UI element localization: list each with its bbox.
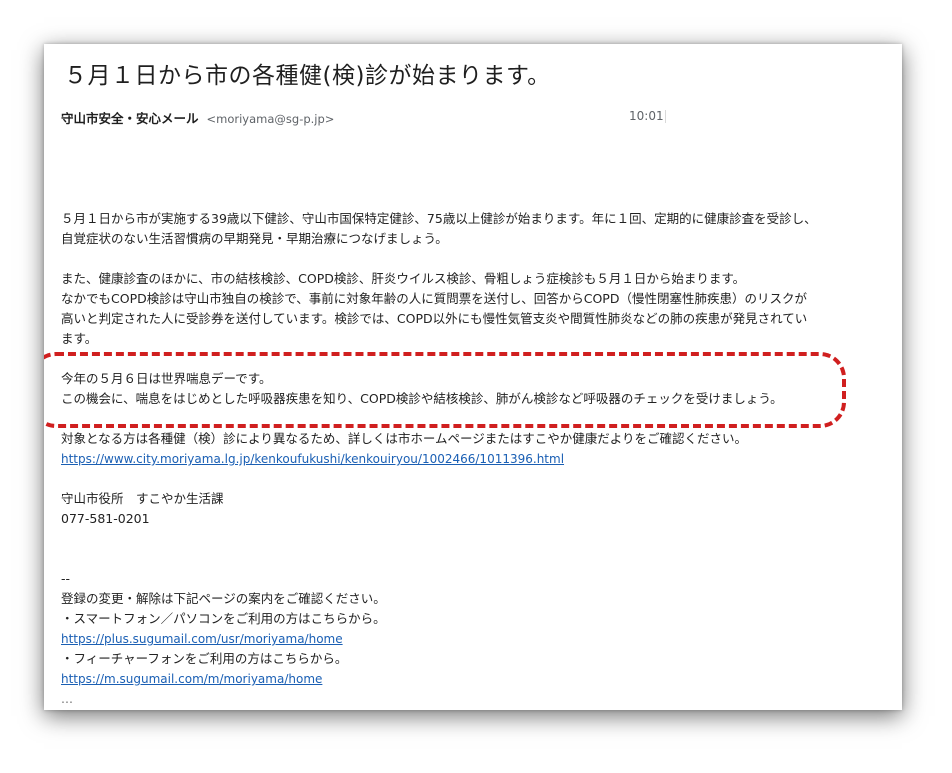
body-text: ５月１日から市が実施する39歳以下健診、守山市国保特定健診、75歳以上健診が始ま… — [61, 211, 817, 226]
intro-paragraph: ５月１日から市が実施する39歳以下健診、守山市国保特定健診、75歳以上健診が始ま… — [61, 209, 891, 249]
footer-block: -- 登録の変更・解除は下記ページの案内をご確認ください。 ・スマートフォン／パ… — [61, 569, 891, 709]
smartphone-link[interactable]: https://plus.sugumail.com/usr/moriyama/h… — [61, 632, 343, 646]
red-dashed-highlight — [44, 352, 846, 428]
email-view: ５月１日から市の各種健(検)診が始まります。 守山市安全・安心メール <mori… — [44, 44, 902, 710]
screenshot-stage: ５月１日から市の各種健(検)診が始まります。 守山市安全・安心メール <mori… — [0, 0, 952, 773]
header-divider — [665, 110, 666, 123]
body-text: なかでもCOPD検診は守山市独自の検診で、事前に対象年齢の人に質問票を送付し、回… — [61, 291, 807, 306]
footer-text: ・フィーチャーフォンをご利用の方はこちらから。 — [61, 651, 348, 666]
email-subject: ５月１日から市の各種健(検)診が始まります。 — [64, 63, 551, 89]
body-text: また、健康診査のほかに、市の結核検診、COPD検診、肝炎ウイルス検診、骨粗しょう… — [61, 271, 746, 286]
highlighted-notice: 今年の５月６日は世界喘息デーです。 この機会に、喘息をはじめとした呼吸器疾患を知… — [44, 352, 891, 428]
separator: -- — [61, 571, 71, 586]
highlight-text: 今年の５月６日は世界喘息デーです。 — [61, 371, 272, 386]
email-body: ５月１日から市が実施する39歳以下健診、守山市国保特定健診、75歳以上健診が始ま… — [44, 209, 891, 709]
footer-text: ・スマートフォン／パソコンをご利用の方はこちらから。 — [61, 611, 386, 626]
highlight-text: この機会に、喘息をはじめとした呼吸器疾患を知り、COPD検診や結核検診、肺がん検… — [61, 391, 783, 406]
sender-name[interactable]: 守山市安全・安心メール — [61, 111, 199, 126]
body-text: 自覚症状のない生活習慣病の早期発見・早期治療につなげましょう。 — [61, 231, 448, 246]
sender-line: 守山市安全・安心メール <moriyama@sg-p.jp> — [61, 108, 334, 127]
footer-text: 登録の変更・解除は下記ページの案内をご確認ください。 — [61, 591, 386, 606]
office-name: 守山市役所 すこやか生活課 — [61, 491, 224, 506]
featurephone-link[interactable]: https://m.sugumail.com/m/moriyama/home — [61, 672, 322, 686]
office-phone: 077-581-0201 — [61, 511, 150, 526]
email-time: 10:01 — [629, 109, 664, 123]
body-text: ます。 — [61, 331, 98, 346]
contact-block: 守山市役所 すこやか生活課 077-581-0201 — [61, 489, 891, 529]
trimmed-content-indicator[interactable]: ... — [61, 691, 73, 706]
copd-paragraph: また、健康診査のほかに、市の結核検診、COPD検診、肝炎ウイルス検診、骨粗しょう… — [61, 269, 891, 349]
info-paragraph: 対象となる方は各種健（検）診により異なるため、詳しくは市ホームページまたはすこや… — [61, 429, 891, 469]
body-text: 高いと判定された人に受診券を送付しています。検診では、COPD以外にも慢性気管支… — [61, 311, 808, 326]
sender-address: <moriyama@sg-p.jp> — [206, 112, 335, 126]
city-website-link[interactable]: https://www.city.moriyama.lg.jp/kenkoufu… — [61, 452, 564, 466]
body-text: 対象となる方は各種健（検）診により異なるため、詳しくは市ホームページまたはすこや… — [61, 431, 748, 446]
